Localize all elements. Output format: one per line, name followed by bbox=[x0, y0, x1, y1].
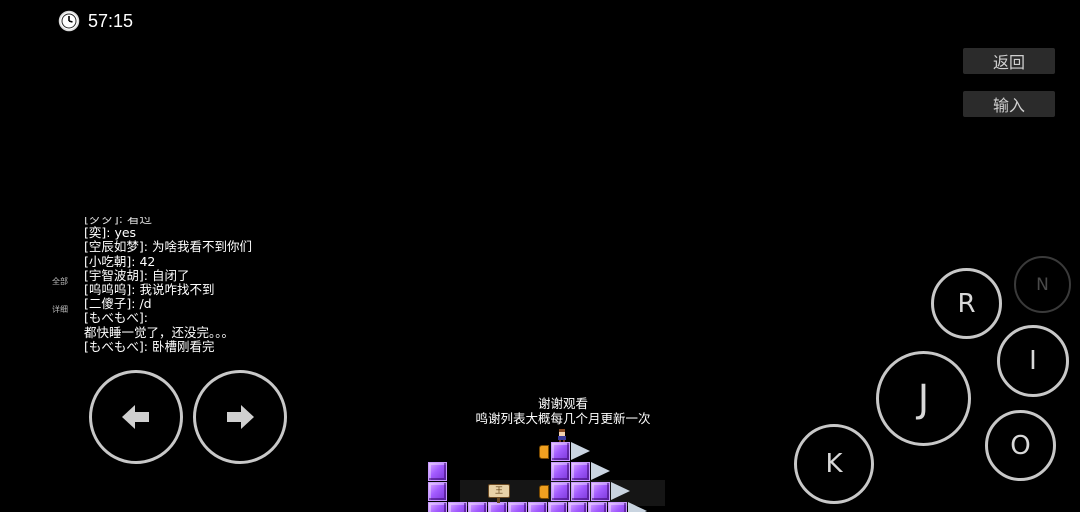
purple-block bbox=[608, 502, 627, 512]
game-scene: 王 bbox=[420, 425, 680, 512]
move-right-button[interactable] bbox=[193, 370, 287, 464]
chat-log[interactable]: [歹歹]: 看过 [奕]: yes [空辰如梦]: 为啥我看不到你们 [小吃朝]… bbox=[84, 217, 384, 361]
n-button[interactable]: N bbox=[1014, 256, 1071, 313]
input-button[interactable]: 输入 bbox=[963, 91, 1055, 117]
move-left-button[interactable] bbox=[89, 370, 183, 464]
chat-message: [もべもべ]: bbox=[84, 310, 148, 326]
purple-block bbox=[551, 482, 570, 501]
purple-block bbox=[428, 502, 447, 512]
clock-icon bbox=[58, 10, 80, 32]
purple-block bbox=[428, 462, 447, 481]
arrow-left-icon bbox=[122, 405, 149, 429]
chat-message: [小吃朝]: 42 bbox=[84, 253, 156, 269]
player-character bbox=[558, 429, 566, 442]
purple-block bbox=[508, 502, 527, 512]
chat-message: [奕]: yes bbox=[84, 225, 137, 241]
chat-tab-all[interactable]: 全部 bbox=[52, 276, 68, 287]
chat-message: 都快睡一觉了，还没完。。。 bbox=[84, 324, 235, 340]
k-button[interactable]: K bbox=[794, 424, 874, 504]
cannon bbox=[539, 485, 549, 499]
purple-block bbox=[551, 462, 570, 481]
timer: 57:15 bbox=[58, 8, 133, 34]
purple-block bbox=[571, 462, 590, 481]
chat-message: [空辰如梦]: 为啥我看不到你们 bbox=[84, 239, 252, 255]
spike bbox=[571, 442, 590, 460]
chat-message: [呜呜呜]: 我说咋找不到 bbox=[84, 282, 215, 298]
o-button[interactable]: O bbox=[985, 410, 1056, 481]
purple-block bbox=[588, 502, 607, 512]
purple-block bbox=[551, 442, 570, 461]
purple-block bbox=[528, 502, 547, 512]
arrow-right-icon bbox=[227, 405, 254, 429]
purple-block bbox=[571, 482, 590, 501]
chat-message: [もべもべ]: 卧槽刚看完 bbox=[84, 338, 215, 354]
purple-block bbox=[488, 502, 507, 512]
purple-block bbox=[568, 502, 587, 512]
r-button[interactable]: R bbox=[931, 268, 1002, 339]
sign-post: 王 bbox=[488, 484, 510, 498]
purple-block bbox=[428, 482, 447, 501]
timer-value: 57:15 bbox=[88, 10, 134, 31]
back-button[interactable]: 返回 bbox=[963, 48, 1055, 74]
spike bbox=[628, 502, 647, 512]
chat-message: [歹歹]: 看过 bbox=[84, 217, 152, 226]
sign-pole bbox=[497, 497, 500, 503]
game-screen[interactable]: 57:15 返回 输入 全部 详细 [歹歹]: 看过 [奕]: yes [空辰如… bbox=[0, 0, 1080, 512]
purple-block bbox=[448, 502, 467, 512]
jump-button[interactable]: J bbox=[876, 351, 971, 446]
purple-block bbox=[468, 502, 487, 512]
chat-message: [宇智波胡]: 自闭了 bbox=[84, 267, 190, 283]
chat-message: [二傻子]: /d bbox=[84, 296, 152, 312]
purple-block bbox=[591, 482, 610, 501]
i-button[interactable]: I bbox=[997, 325, 1069, 397]
chat-tab-detail[interactable]: 详细 bbox=[52, 304, 68, 315]
cannon bbox=[539, 445, 549, 459]
purple-block bbox=[548, 502, 567, 512]
spike bbox=[611, 482, 630, 500]
spike bbox=[591, 462, 610, 480]
